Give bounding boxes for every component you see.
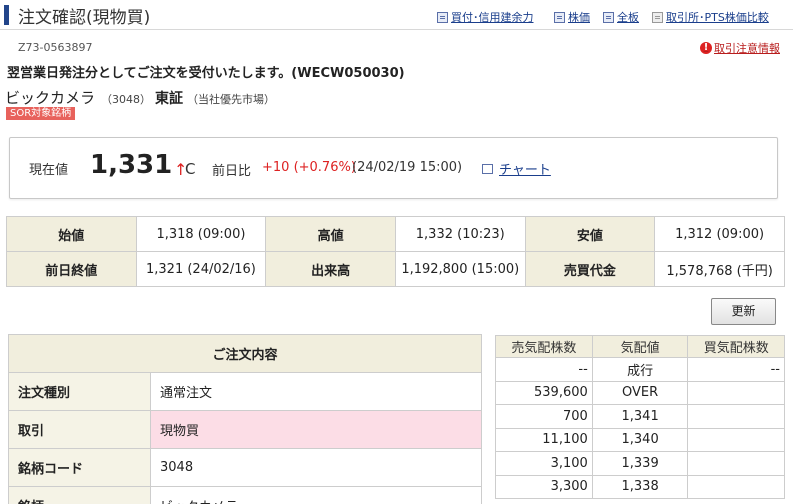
book-price: 1,339 (591, 451, 689, 476)
quote-value-high: 1,332 (10:23) (394, 216, 526, 252)
book-price: 1,341 (591, 404, 689, 429)
table-row: 取引 現物買 (8, 410, 482, 449)
order-detail-value: 3048 (150, 448, 482, 487)
stock-heading: ビックカメラ （3048） 東証 （当社優先市場） (5, 87, 275, 108)
book-sell-qty: 700 (495, 404, 593, 429)
book-buy-qty: -- (687, 357, 785, 382)
document-icon (603, 11, 614, 23)
trading-alert-label: 取引注意情報 (714, 42, 780, 55)
stock-market-note: （当社優先市場） (187, 93, 276, 106)
book-sell-qty: 3,100 (495, 451, 593, 476)
book-header-sell-qty: 売気配株数 (495, 335, 593, 358)
quote-table: 始値 1,318 (09:00) 高値 1,332 (10:23) 安値 1,3… (6, 216, 785, 287)
book-header-buy-qty: 買気配株数 (687, 335, 785, 358)
quote-header-prev-close: 前日終値 (6, 251, 137, 287)
stock-code: （3048） (101, 93, 152, 106)
quote-value-prev-close: 1,321 (24/02/16) (135, 251, 267, 287)
refresh-button[interactable]: 更新 (711, 298, 776, 325)
quote-header-high: 高値 (265, 216, 396, 252)
toolbar-link-pts-compare[interactable]: 取引所･PTS株価比較 (652, 9, 769, 25)
document-icon (652, 11, 663, 23)
change-label: 前日比 (212, 164, 252, 179)
quote-value-open: 1,318 (09:00) (135, 216, 267, 252)
order-detail-key: 取引 (8, 410, 151, 449)
toolbar-link-label: 取引所･PTS株価比較 (666, 11, 769, 24)
order-details-title: ご注文内容 (8, 334, 482, 373)
trading-alert-link[interactable]: ! 取引注意情報 (700, 40, 780, 56)
order-book-table: 売気配株数 気配値 買気配株数 -- 成行 -- 539,600 OVER 70… (495, 335, 785, 499)
close-price-mark: C (185, 160, 196, 178)
toolbar-link-label: 買付･信用建余力 (451, 11, 534, 24)
book-price: 成行 (591, 357, 689, 382)
quote-value-low: 1,312 (09:00) (654, 216, 785, 252)
book-buy-qty (687, 427, 785, 452)
book-header-price: 気配値 (591, 335, 689, 358)
toolbar-link-label: 株価 (568, 11, 590, 24)
table-row: 始値 1,318 (09:00) 高値 1,332 (10:23) 安値 1,3… (6, 216, 785, 252)
table-row: 539,600 OVER (495, 380, 785, 405)
table-row: 売気配株数 気配値 買気配株数 (495, 335, 785, 358)
order-detail-value: ビックカメラ (150, 486, 482, 504)
order-detail-key: 注文種別 (8, 372, 151, 411)
table-row: -- 成行 -- (495, 357, 785, 382)
chart-link-label: チャート (499, 163, 551, 178)
quote-value-turnover: 1,578,768 (千円) (654, 251, 785, 287)
book-buy-qty (687, 451, 785, 476)
current-price: 1,331 (90, 150, 173, 180)
current-price-panel: 現在値 1,331 ↑ C 前日比 +10 (+0.76%) (24/02/19… (9, 137, 778, 199)
header-accent-bar (4, 5, 9, 25)
page-title: 注文確認(現物買) (18, 8, 151, 28)
quote-header-turnover: 売買代金 (524, 251, 656, 287)
table-row: 11,100 1,340 (495, 427, 785, 452)
book-sell-qty: -- (495, 357, 593, 382)
table-row: ご注文内容 (8, 334, 482, 373)
table-row: 700 1,341 (495, 404, 785, 429)
book-sell-qty: 3,300 (495, 474, 593, 499)
current-price-label: 現在値 (29, 163, 69, 178)
chart-window-icon (482, 163, 493, 174)
book-buy-qty (687, 380, 785, 405)
alert-icon: ! (700, 42, 712, 54)
stock-market: 東証 (155, 91, 184, 107)
order-details-table: ご注文内容 注文種別 通常注文 取引 現物買 銘柄コード 3048 銘柄 ビック… (8, 334, 482, 504)
table-row: 注文種別 通常注文 (8, 372, 482, 411)
quote-header-volume: 出来高 (265, 251, 396, 287)
book-price: 1,340 (591, 427, 689, 452)
stock-name: ビックカメラ (5, 89, 96, 107)
book-price: 1,338 (591, 474, 689, 499)
page-header: 注文確認(現物買) 買付･信用建余力 株価 全板 取引所･PTS株価比較 (0, 0, 793, 30)
book-price: OVER (591, 380, 689, 405)
quote-header-open: 始値 (6, 216, 137, 252)
table-row: 3,300 1,338 (495, 474, 785, 499)
toolbar-link-full-board[interactable]: 全板 (603, 9, 639, 25)
order-detail-key: 銘柄コード (8, 448, 151, 487)
book-sell-qty: 11,100 (495, 427, 593, 452)
order-detail-key: 銘柄 (8, 486, 151, 504)
chart-link[interactable]: チャート (482, 159, 551, 178)
document-icon (554, 11, 565, 23)
quote-value-volume: 1,192,800 (15:00) (394, 251, 526, 287)
sor-badge: SOR対象銘柄 (6, 107, 76, 120)
toolbar-link-label: 全板 (617, 11, 639, 24)
book-buy-qty (687, 404, 785, 429)
acceptance-message: 翌営業日発注分としてご注文を受付いたします。(WECW050030) (7, 66, 405, 81)
table-row: 3,100 1,339 (495, 451, 785, 476)
order-number: Z73-0563897 (18, 41, 93, 54)
book-sell-qty: 539,600 (495, 380, 593, 405)
order-detail-value: 現物買 (150, 410, 482, 449)
table-row: 銘柄 ビックカメラ (8, 486, 482, 504)
toolbar-link-stock-price[interactable]: 株価 (554, 9, 590, 25)
change-time: (24/02/19 15:00) (352, 160, 463, 175)
book-buy-qty (687, 474, 785, 499)
table-row: 銘柄コード 3048 (8, 448, 482, 487)
order-detail-value: 通常注文 (150, 372, 482, 411)
table-row: 前日終値 1,321 (24/02/16) 出来高 1,192,800 (15:… (6, 251, 785, 287)
toolbar-link-buying-power[interactable]: 買付･信用建余力 (437, 9, 534, 25)
document-icon (437, 11, 448, 23)
change-value: +10 (+0.76%) (262, 160, 356, 175)
quote-header-low: 安値 (524, 216, 656, 252)
